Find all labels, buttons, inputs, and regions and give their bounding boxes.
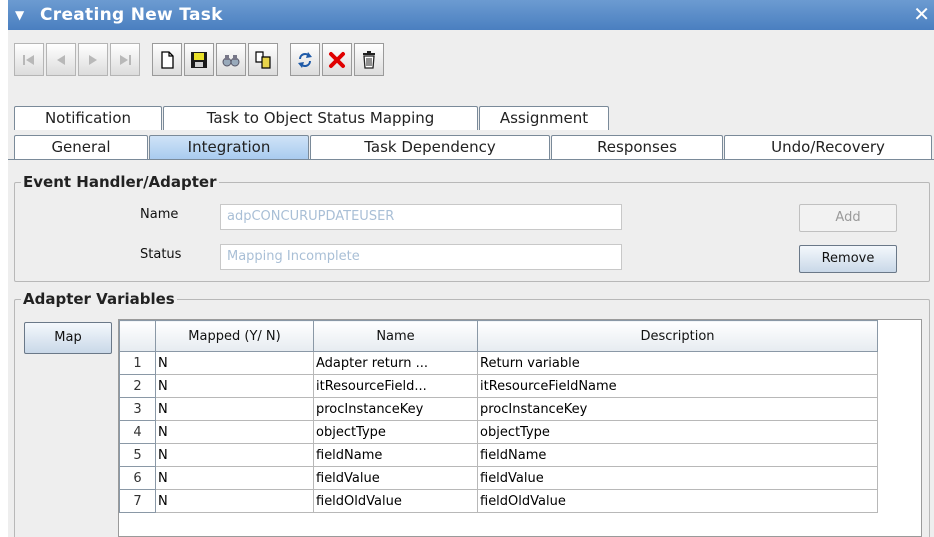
next-icon bbox=[89, 54, 97, 65]
last-record-button[interactable] bbox=[110, 43, 140, 76]
mapped-cell[interactable]: N bbox=[155, 397, 314, 421]
adapter-variables-table: Mapped (Y/ N) Name Description 1 N Adapt… bbox=[118, 319, 922, 537]
tab-assignment[interactable]: Assignment bbox=[479, 106, 609, 130]
save-icon bbox=[191, 51, 207, 68]
name-label: Name bbox=[140, 207, 179, 222]
adapter-variables-legend: Adapter Variables bbox=[21, 290, 177, 308]
tab-row-2: General Integration Task Dependency Resp… bbox=[8, 135, 934, 159]
mapped-cell[interactable]: N bbox=[155, 466, 314, 490]
copy-button[interactable] bbox=[248, 43, 278, 76]
name-cell[interactable]: procInstanceKey bbox=[313, 397, 478, 421]
event-handler-legend: Event Handler/Adapter bbox=[21, 173, 219, 191]
row-number: 5 bbox=[119, 443, 156, 467]
description-cell[interactable]: fieldOldValue bbox=[477, 489, 878, 513]
table-header-row: Mapped (Y/ N) Name Description bbox=[119, 320, 878, 352]
next-record-button[interactable] bbox=[78, 43, 108, 76]
task-window: ▼ Creating New Task ✕ Notification Task … bbox=[8, 0, 934, 537]
collapse-triangle-icon[interactable]: ▼ bbox=[15, 8, 24, 22]
table-row[interactable]: 6 N fieldValue fieldValue bbox=[119, 466, 878, 490]
title-bar: ▼ Creating New Task ✕ bbox=[8, 0, 934, 30]
previous-record-button[interactable] bbox=[46, 43, 76, 76]
first-icon bbox=[23, 54, 34, 65]
save-button[interactable] bbox=[184, 43, 214, 76]
close-icon[interactable]: ✕ bbox=[913, 2, 930, 26]
find-button[interactable] bbox=[216, 43, 246, 76]
trash-icon bbox=[363, 50, 375, 69]
row-number: 6 bbox=[119, 466, 156, 490]
description-cell[interactable]: Return variable bbox=[477, 351, 878, 375]
description-cell[interactable]: fieldName bbox=[477, 443, 878, 467]
table-row[interactable]: 3 N procInstanceKey procInstanceKey bbox=[119, 397, 878, 421]
description-cell[interactable]: procInstanceKey bbox=[477, 397, 878, 421]
delete-button[interactable] bbox=[354, 43, 384, 76]
name-cell[interactable]: fieldOldValue bbox=[313, 489, 478, 513]
new-button[interactable] bbox=[152, 43, 182, 76]
refresh-button[interactable] bbox=[290, 43, 320, 76]
copy-icon bbox=[255, 50, 271, 69]
refresh-icon bbox=[298, 51, 312, 68]
status-field[interactable]: Mapping Incomplete bbox=[220, 244, 622, 270]
description-cell[interactable]: fieldValue bbox=[477, 466, 878, 490]
mapped-cell[interactable]: N bbox=[155, 374, 314, 398]
window-title: Creating New Task bbox=[40, 5, 223, 25]
variables-grid: Mapped (Y/ N) Name Description 1 N Adapt… bbox=[119, 320, 878, 513]
mapped-column-header[interactable]: Mapped (Y/ N) bbox=[155, 320, 314, 352]
description-cell[interactable]: itResourceFieldName bbox=[477, 374, 878, 398]
first-record-button[interactable] bbox=[14, 43, 44, 76]
status-label: Status bbox=[140, 247, 182, 262]
table-row[interactable]: 2 N itResourceField... itResourceFieldNa… bbox=[119, 374, 878, 398]
tab-row-1: Notification Task to Object Status Mappi… bbox=[8, 106, 934, 130]
mapped-cell[interactable]: N bbox=[155, 351, 314, 375]
tab-task-dependency[interactable]: Task Dependency bbox=[310, 135, 550, 159]
last-icon bbox=[120, 54, 131, 65]
row-number: 7 bbox=[119, 489, 156, 513]
tab-general[interactable]: General bbox=[14, 135, 148, 159]
row-number: 1 bbox=[119, 351, 156, 375]
add-button[interactable]: Add bbox=[799, 204, 897, 232]
description-cell[interactable]: objectType bbox=[477, 420, 878, 444]
mapped-cell[interactable]: N bbox=[155, 489, 314, 513]
tab-notification[interactable]: Notification bbox=[14, 106, 162, 130]
tab-integration[interactable]: Integration bbox=[149, 135, 309, 159]
table-row[interactable]: 4 N objectType objectType bbox=[119, 420, 878, 444]
cancel-icon bbox=[329, 51, 345, 68]
tab-task-to-object-status-mapping[interactable]: Task to Object Status Mapping bbox=[163, 106, 478, 130]
name-cell[interactable]: fieldValue bbox=[313, 466, 478, 490]
toolbar bbox=[8, 30, 934, 98]
row-number: 2 bbox=[119, 374, 156, 398]
new-icon bbox=[161, 50, 174, 69]
table-row[interactable]: 7 N fieldOldValue fieldOldValue bbox=[119, 489, 878, 513]
find-icon bbox=[222, 54, 240, 66]
table-row[interactable]: 5 N fieldName fieldName bbox=[119, 443, 878, 467]
name-cell[interactable]: Adapter return ... bbox=[313, 351, 478, 375]
name-cell[interactable]: objectType bbox=[313, 420, 478, 444]
name-cell[interactable]: itResourceField... bbox=[313, 374, 478, 398]
tab-undo-recovery[interactable]: Undo/Recovery bbox=[724, 135, 932, 159]
cancel-button[interactable] bbox=[322, 43, 352, 76]
row-number: 4 bbox=[119, 420, 156, 444]
tab-responses[interactable]: Responses bbox=[551, 135, 723, 159]
name-column-header[interactable]: Name bbox=[313, 320, 478, 352]
map-button[interactable]: Map bbox=[24, 322, 112, 354]
mapped-cell[interactable]: N bbox=[155, 443, 314, 467]
previous-icon bbox=[57, 54, 65, 65]
adapter-name-field[interactable]: adpCONCURUPDATEUSER bbox=[220, 204, 622, 230]
name-cell[interactable]: fieldName bbox=[313, 443, 478, 467]
mapped-cell[interactable]: N bbox=[155, 420, 314, 444]
description-column-header[interactable]: Description bbox=[477, 320, 878, 352]
remove-button[interactable]: Remove bbox=[799, 245, 897, 273]
row-number: 3 bbox=[119, 397, 156, 421]
table-row[interactable]: 1 N Adapter return ... Return variable bbox=[119, 351, 878, 375]
row-number-header bbox=[119, 320, 156, 352]
